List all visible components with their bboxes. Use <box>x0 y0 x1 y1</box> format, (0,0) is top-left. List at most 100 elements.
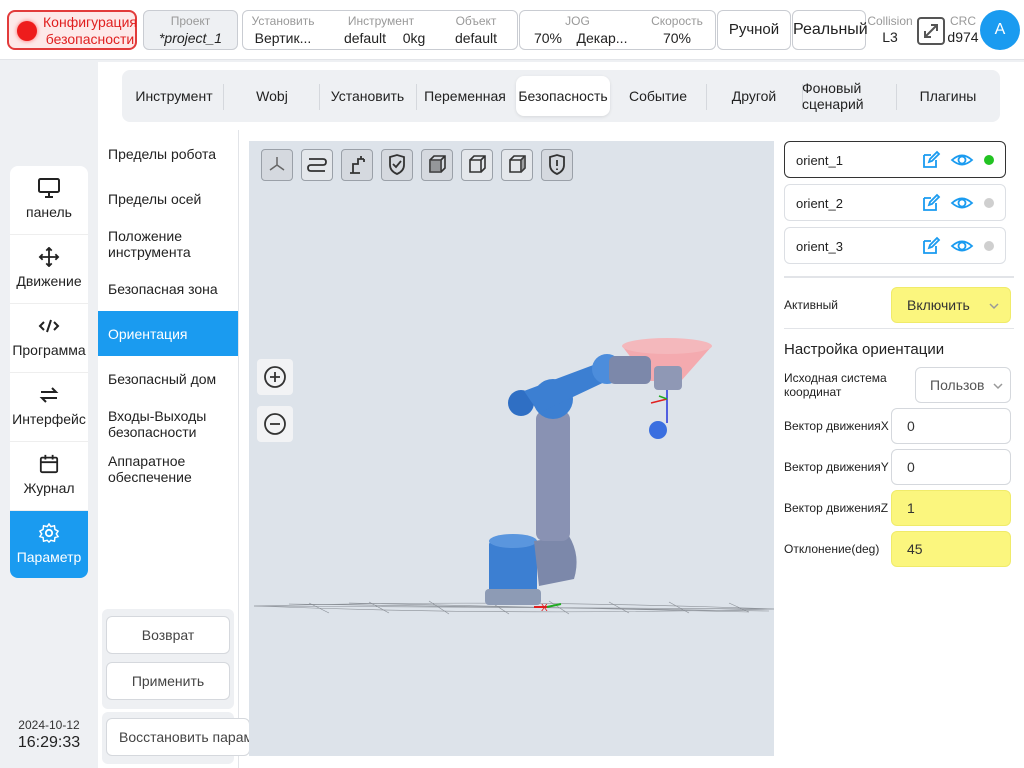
tab-wobj[interactable]: Wobj <box>226 76 318 116</box>
zoom-in-icon <box>264 366 286 388</box>
vector-y-input[interactable]: 0 <box>891 449 1011 485</box>
real-mode-button[interactable]: Реальный <box>792 10 868 50</box>
active-select-value: Включить <box>907 297 970 313</box>
status-inactive-dot <box>984 198 994 208</box>
tab-safety[interactable]: Безопасность <box>516 76 610 116</box>
robot-3d-viewport[interactable]: X <box>249 141 775 756</box>
orientation-item[interactable]: orient_3 <box>784 227 1006 264</box>
submenu-robot-limits[interactable]: Пределы робота <box>108 146 216 162</box>
alarm-indicator-icon <box>17 21 37 41</box>
submenu-divider <box>238 130 239 768</box>
shield-alert-icon[interactable] <box>541 149 573 181</box>
manual-mode-button[interactable]: Ручной <box>717 10 791 50</box>
vector-z-input[interactable]: 1 <box>891 490 1011 526</box>
tab-variable[interactable]: Переменная <box>417 76 513 116</box>
jog-value: 70% <box>533 30 563 46</box>
zoom-out-icon <box>264 413 286 435</box>
nav-label-panel: панель <box>26 204 72 220</box>
move-icon <box>38 247 60 267</box>
cube-front-icon[interactable] <box>421 149 453 181</box>
robot-icon[interactable] <box>341 149 373 181</box>
jog-speed-panel[interactable]: JOG 70% Декар... Скорость 70% <box>519 10 716 50</box>
section-title: Настройка ориентации <box>784 341 945 358</box>
orientation-item[interactable]: orient_2 <box>784 184 1006 221</box>
avatar[interactable]: A <box>980 10 1020 50</box>
submenu-tool-position[interactable]: Положение инструмента <box>108 228 218 260</box>
safety-config-button[interactable]: Конфигурация безопасности <box>7 10 137 50</box>
project-selector[interactable]: Проект *project_1 <box>143 10 238 50</box>
nav-label-journal: Журнал <box>23 480 75 496</box>
chevron-down-icon <box>989 303 999 310</box>
active-select[interactable]: Включить <box>891 287 1011 323</box>
back-button[interactable]: Возврат <box>106 616 230 654</box>
tab-install[interactable]: Установить <box>320 76 415 116</box>
install-tool-object-panel[interactable]: Установить Вертик... Инструмент default … <box>242 10 518 50</box>
zoom-out-button[interactable] <box>257 406 293 442</box>
path-icon[interactable] <box>301 149 333 181</box>
nav-item-motion[interactable]: Движение <box>10 235 88 304</box>
orientation-name: orient_1 <box>796 153 843 168</box>
shield-check-icon[interactable] <box>381 149 413 181</box>
tab-background-script[interactable]: Фоновый сценарий <box>802 76 892 116</box>
install-label: Установить <box>251 14 315 28</box>
edit-icon[interactable] <box>921 236 941 256</box>
tab-event[interactable]: Событие <box>612 76 704 116</box>
nav-item-program[interactable]: Программа <box>10 304 88 373</box>
vector-x-input[interactable]: 0 <box>891 408 1011 444</box>
cube-side-icon[interactable] <box>461 149 493 181</box>
ref-frame-select[interactable]: Пользов <box>915 367 1011 403</box>
main-nav: панель Движение Программа Интерфейс Журн… <box>10 166 88 578</box>
zoom-in-button[interactable] <box>257 359 293 395</box>
nav-label-motion: Движение <box>16 273 82 289</box>
orientation-name: orient_3 <box>796 239 843 254</box>
jog-label: JOG <box>565 14 590 28</box>
chevron-down-icon <box>992 381 1004 391</box>
deviation-input[interactable]: 45 <box>891 531 1011 567</box>
active-label: Активный <box>784 298 838 312</box>
swap-icon <box>39 387 59 403</box>
tool-value: default <box>343 30 387 46</box>
fullscreen-icon[interactable] <box>916 16 946 46</box>
orientation-item[interactable]: orient_1 <box>784 141 1006 178</box>
robot-scene: X <box>253 338 775 615</box>
submenu-hardware[interactable]: Аппаратное обеспечение <box>108 453 218 485</box>
apply-button[interactable]: Применить <box>106 662 230 700</box>
nav-item-interface[interactable]: Интерфейс <box>10 373 88 442</box>
submenu-joint-limits[interactable]: Пределы осей <box>108 191 201 207</box>
tab-other[interactable]: Другой <box>708 76 800 116</box>
submenu-orientation[interactable]: Ориентация <box>98 311 238 356</box>
code-icon <box>38 319 60 333</box>
edit-icon[interactable] <box>921 150 941 170</box>
vector-x-label: Вектор движенияX <box>784 419 889 433</box>
submenu-safety-zone[interactable]: Безопасная зона <box>108 281 218 297</box>
divider <box>784 328 1014 329</box>
status-inactive-dot <box>984 241 994 251</box>
clock-date: 2024-10-12 <box>18 718 80 732</box>
edit-icon[interactable] <box>921 193 941 213</box>
target-sphere <box>649 421 667 439</box>
submenu-safety-io[interactable]: Входы-Выходы безопасности <box>108 408 228 440</box>
gear-icon <box>38 523 60 543</box>
nav-item-parameter[interactable]: Параметр <box>10 511 88 578</box>
calendar-icon <box>39 454 59 474</box>
submenu-safe-home[interactable]: Безопасный дом <box>108 371 216 387</box>
nav-item-journal[interactable]: Журнал <box>10 442 88 511</box>
ref-frame-label: Исходная система координат <box>784 371 887 399</box>
collision-value: L3 <box>882 29 898 45</box>
deviation-label: Отклонение(deg) <box>784 542 880 556</box>
object-value: default <box>454 30 498 46</box>
axes-icon[interactable] <box>261 149 293 181</box>
tool-label: Инструмент <box>347 14 415 28</box>
top-bar: Конфигурация безопасности Проект *projec… <box>0 0 1024 60</box>
nav-item-panel[interactable]: панель <box>10 166 88 235</box>
eye-icon[interactable] <box>950 150 974 170</box>
eye-icon[interactable] <box>950 236 974 256</box>
crc-value: d974 <box>947 29 979 45</box>
cube-top-icon[interactable] <box>501 149 533 181</box>
restore-params-button[interactable]: Восстановить параметры <box>106 718 250 756</box>
status-active-dot <box>984 155 994 165</box>
divider <box>784 276 1014 278</box>
eye-icon[interactable] <box>950 193 974 213</box>
tab-plugins[interactable]: Плагины <box>898 76 998 116</box>
tab-tool[interactable]: Инструмент <box>128 76 220 116</box>
